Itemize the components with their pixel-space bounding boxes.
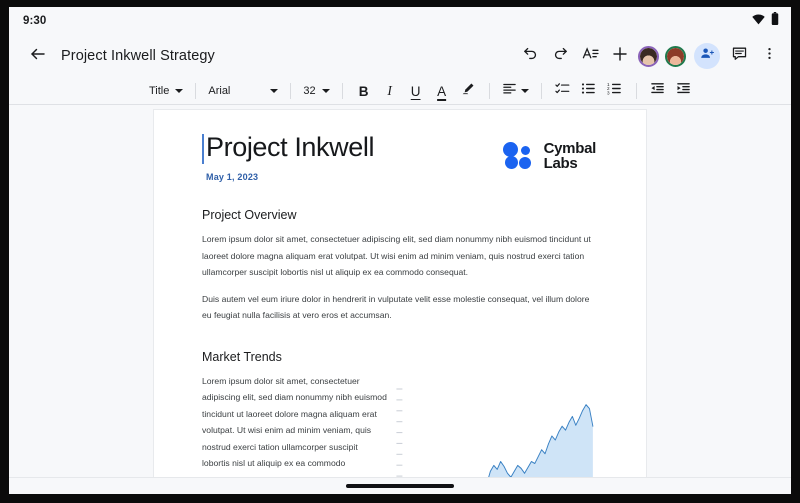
bulleted-list-icon (581, 81, 596, 101)
text-format-button[interactable] (576, 42, 604, 70)
back-arrow-icon (29, 45, 47, 68)
section-heading: Market Trends (202, 349, 282, 364)
comment-icon (731, 45, 748, 67)
divider (488, 83, 490, 99)
checklist-icon (555, 81, 570, 101)
bold-button[interactable]: B (351, 79, 377, 103)
comment-button[interactable] (725, 42, 753, 70)
increase-indent-button[interactable] (671, 79, 697, 103)
redo-button[interactable] (546, 42, 574, 70)
chevron-down-icon (175, 89, 184, 93)
document-date[interactable]: May 1, 2023 (206, 172, 374, 182)
font-size-dropdown[interactable]: 32 (299, 79, 333, 103)
add-person-icon (700, 46, 715, 66)
document-canvas[interactable]: Project Inkwell May 1, 2023 Cymbal Labs (9, 105, 791, 478)
paragraph-style-label: Title (149, 85, 170, 97)
chevron-down-icon (270, 89, 279, 93)
area-chart (396, 388, 594, 478)
decrease-indent-icon (650, 81, 665, 101)
numbered-list-button[interactable]: 1 2 3 (602, 79, 628, 103)
paragraph-style-dropdown[interactable]: Title (145, 79, 187, 103)
app-bar-actions (516, 42, 783, 70)
more-options-button[interactable] (755, 42, 783, 70)
insert-button[interactable] (606, 42, 634, 70)
font-size-label: 32 (303, 85, 316, 97)
market-trends-text: Lorem ipsum dolor sit amet, consectetuer… (202, 373, 387, 478)
font-family-label: Arial (208, 85, 231, 97)
undo-icon (522, 45, 539, 67)
font-family-dropdown[interactable]: Arial (204, 79, 282, 103)
checklist-button[interactable] (550, 79, 576, 103)
paragraph: Lorem ipsum dolor sit amet, consectetuer… (202, 375, 387, 478)
logo-mark-icon (502, 142, 537, 170)
align-dropdown[interactable] (498, 79, 533, 103)
status-icons (752, 12, 779, 30)
paragraph: Lorem ipsum dolor sit amet, consectetuer… (202, 234, 591, 278)
add-person-button[interactable] (694, 43, 720, 69)
highlight-button[interactable] (455, 79, 481, 103)
avatar-image (640, 47, 657, 65)
document-header: Project Inkwell May 1, 2023 Cymbal Labs (202, 132, 598, 182)
market-trends-body: Lorem ipsum dolor sit amet, consectetuer… (202, 373, 598, 478)
logo-line-1: Cymbal (543, 140, 597, 157)
battery-icon (771, 12, 779, 30)
underline-button[interactable]: U (403, 79, 429, 103)
text-color-button[interactable]: A (429, 79, 455, 103)
device-frame: 9:30 Project Inkwell Strategy Title Aria… (0, 0, 800, 503)
paragraph: Duis autem vel eum iriure dolor in hendr… (202, 293, 590, 321)
home-indicator[interactable] (346, 484, 454, 488)
title-block: Project Inkwell May 1, 2023 (202, 132, 374, 182)
divider (635, 83, 637, 99)
plus-icon (611, 45, 629, 68)
status-bar: 9:30 (9, 7, 791, 35)
avatar[interactable] (665, 45, 686, 67)
text-cursor (202, 134, 204, 164)
divider (341, 83, 343, 99)
section-heading: Project Overview (202, 208, 297, 223)
phone-screen: 9:30 Project Inkwell Strategy Title Aria… (9, 7, 791, 494)
undo-button[interactable] (516, 42, 544, 70)
chevron-down-icon (520, 89, 529, 93)
align-left-icon (502, 81, 517, 101)
increase-indent-icon (676, 81, 691, 101)
wifi-icon (752, 12, 765, 30)
chevron-down-icon (321, 89, 330, 93)
app-bar: Project Inkwell Strategy (9, 35, 791, 77)
logo-line-2: Labs (543, 155, 578, 173)
divider (540, 83, 542, 99)
avatar-image (667, 47, 684, 65)
svg-text:3: 3 (607, 90, 610, 95)
more-options-icon (762, 46, 777, 66)
highlighter-icon (461, 82, 475, 101)
document-page[interactable]: Project Inkwell May 1, 2023 Cymbal Labs (153, 109, 647, 478)
chart-area-fill (488, 404, 593, 478)
numbered-list-icon: 1 2 3 (607, 81, 622, 101)
bulleted-list-button[interactable] (576, 79, 602, 103)
document-title-text: Project Inkwell (206, 132, 375, 162)
status-time: 9:30 (23, 15, 47, 27)
divider (195, 83, 197, 99)
format-toolbar: Title Arial 32 B I U A 1 2 3 (9, 77, 791, 105)
italic-button[interactable]: I (377, 79, 403, 103)
text-format-icon (582, 45, 599, 67)
divider (290, 83, 292, 99)
document-title[interactable]: Project Inkwell (202, 132, 375, 164)
cymbal-labs-logo: Cymbal Labs (502, 140, 597, 173)
navigation-strip (9, 477, 791, 494)
decrease-indent-button[interactable] (645, 79, 671, 103)
redo-icon (552, 45, 569, 67)
market-trends-chart[interactable] (393, 383, 598, 478)
avatar[interactable] (638, 45, 659, 67)
chart-axis-ticks (396, 388, 403, 477)
back-button[interactable] (25, 43, 51, 69)
page-title[interactable]: Project Inkwell Strategy (61, 48, 215, 64)
logo-wordmark: Cymbal Labs (543, 140, 597, 173)
